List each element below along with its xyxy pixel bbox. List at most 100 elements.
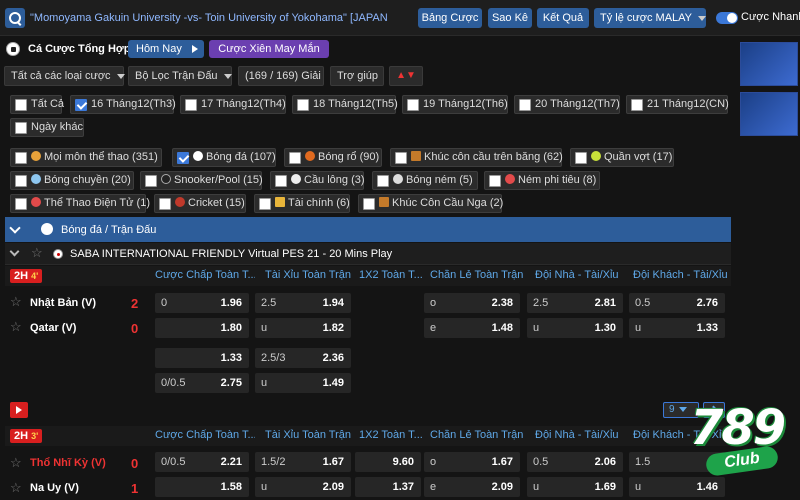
checkbox-icon xyxy=(275,175,287,187)
sport-chip-all[interactable]: Mọi môn thể thao (351) xyxy=(10,148,162,167)
date-chip-21[interactable]: 21 Tháng12(CN) xyxy=(626,95,729,114)
sort-arrows-icon[interactable]: ▲▼ xyxy=(389,66,423,86)
checkbox-icon xyxy=(363,198,375,210)
lucky-parlay-button[interactable]: Cược Xiên May Mắn xyxy=(209,40,329,58)
checkbox-icon xyxy=(489,175,501,187)
more-bets-count: 9 xyxy=(669,404,675,415)
chevron-down-icon xyxy=(678,406,687,412)
odds-price: 1.37 xyxy=(392,481,414,493)
results-button[interactable]: Kết Quả xyxy=(537,8,589,28)
odds-cell[interactable]: 2.5/3 2.36 xyxy=(255,348,351,368)
odds-cell[interactable]: 2.5 2.81 xyxy=(527,293,623,313)
odds-cell[interactable]: 1.58 xyxy=(155,477,249,497)
chevron-down-icon[interactable] xyxy=(9,222,21,234)
odds-cell[interactable]: o 2.38 xyxy=(424,293,520,313)
checkbox-checked-icon xyxy=(75,99,87,111)
handball-icon xyxy=(393,174,403,184)
odds-price: 9.60 xyxy=(392,456,414,468)
sport-chip-handball[interactable]: Bóng ném (5) xyxy=(372,171,478,190)
odds-cell[interactable]: u 2.09 xyxy=(255,477,351,497)
odds-cell[interactable]: u 1.33 xyxy=(629,318,725,338)
sport-chip-volleyball[interactable]: Bóng chuyền (20) xyxy=(10,171,134,190)
odds-cell[interactable]: 1.5/2 1.67 xyxy=(255,452,351,472)
star-icon[interactable]: ☆ xyxy=(10,319,22,335)
odds-cell[interactable]: 0 1.96 xyxy=(155,293,249,313)
statement-button[interactable]: Sao Kê xyxy=(488,8,532,28)
odds-line: u xyxy=(533,481,540,493)
odds-cell[interactable]: 0/0.5 2.21 xyxy=(155,452,249,472)
sport-chip-esports[interactable]: Thể Thao Điện Tử (1) xyxy=(10,194,150,213)
odds-cell[interactable]: 0.5 2.06 xyxy=(527,452,623,472)
odds-cell[interactable]: o 1.67 xyxy=(424,452,520,472)
promo-banner[interactable] xyxy=(740,92,798,136)
live-stream-icon[interactable] xyxy=(10,402,28,418)
league-header[interactable]: ☆ SABA INTERNATIONAL FRIENDLY Virtual PE… xyxy=(5,243,731,265)
sport-chip-snooker[interactable]: Snooker/Pool (15) xyxy=(140,171,263,190)
sport-chip-bandy[interactable]: Khúc Côn Cầu Nga (2) xyxy=(358,194,503,213)
sport-chip-ice-hockey[interactable]: Khúc côn cầu trên băng (62) xyxy=(390,148,563,167)
date-chip-other[interactable]: Ngày khác xyxy=(10,118,84,137)
date-chip-17[interactable]: 17 Tháng12(Th4) xyxy=(180,95,286,114)
odds-cell[interactable]: 0.5 2.76 xyxy=(629,293,725,313)
odds-cell[interactable]: 1.37 xyxy=(355,477,421,497)
date-chip-18[interactable]: 18 Tháng12(Th5) xyxy=(292,95,398,114)
odds-line: e xyxy=(430,481,437,493)
match-filter-select[interactable]: Bộ Lọc Trận Đấu xyxy=(128,66,232,86)
help-button[interactable]: Trợ giúp xyxy=(330,66,384,86)
odds-cell[interactable]: 2.5 1.94 xyxy=(255,293,351,313)
col-over-under: Tài Xỉu Toàn Trận xyxy=(265,269,352,281)
away-score: 1 xyxy=(131,481,139,496)
sport-chip-badminton[interactable]: Cầu lông (3) xyxy=(270,171,365,190)
star-icon[interactable]: ☆ xyxy=(10,294,22,310)
home-score: 0 xyxy=(131,456,139,471)
date-label: Tất Cả xyxy=(31,98,65,110)
basketball-icon xyxy=(305,151,315,161)
dartboard-icon xyxy=(505,174,515,184)
league-count-button[interactable]: (169 / 169) Giải xyxy=(238,66,324,86)
search-input[interactable]: "Momoyama Gakuin University -vs- Toin Un… xyxy=(30,8,390,28)
star-icon[interactable]: ☆ xyxy=(10,480,22,496)
odds-cell[interactable]: u 1.82 xyxy=(255,318,351,338)
date-chip-19[interactable]: 19 Tháng12(Th6) xyxy=(402,95,508,114)
sport-chip-tennis[interactable]: Quần vợt (17) xyxy=(570,148,674,167)
date-chip-all[interactable]: Tất Cả xyxy=(10,95,65,114)
chevron-down-icon xyxy=(116,73,125,79)
odds-cell[interactable]: e 1.48 xyxy=(424,318,520,338)
chevron-down-icon[interactable] xyxy=(9,246,20,257)
bet-list-button[interactable]: Bảng Cược xyxy=(418,8,482,28)
star-icon[interactable]: ☆ xyxy=(10,455,22,471)
date-label: 16 Tháng12(Th3) xyxy=(91,98,176,110)
promo-banner[interactable] xyxy=(740,42,798,86)
sport-chip-darts[interactable]: Ném phi tiêu (8) xyxy=(484,171,600,190)
odds-cell[interactable]: u 1.30 xyxy=(527,318,623,338)
sport-chip-soccer[interactable]: Bóng đá (107) xyxy=(172,148,276,167)
odds-price: 1.69 xyxy=(594,481,616,493)
section-header[interactable]: Bóng đá / Trận Đấu xyxy=(5,217,731,242)
date-chip-16[interactable]: 16 Tháng12(Th3) xyxy=(70,95,176,114)
match-header: 2H 4' Cược Chấp Toàn T... Tài Xỉu Toàn Tr… xyxy=(5,266,731,286)
odds-type-select[interactable]: Tỷ lệ cược MALAY xyxy=(594,8,707,28)
sport-chip-cricket[interactable]: Cricket (15) xyxy=(154,194,246,213)
odds-type-label: Tỷ lệ cược MALAY xyxy=(600,12,693,24)
sport-chip-finance[interactable]: Tài chính (6) xyxy=(254,194,350,213)
checkbox-icon xyxy=(575,152,587,164)
odds-price: 2.36 xyxy=(322,352,344,364)
bet-type-select[interactable]: Tất cả các loại cược xyxy=(4,66,125,86)
odds-cell[interactable]: u 1.49 xyxy=(255,373,351,393)
sport-chip-basketball[interactable]: Bóng rổ (90) xyxy=(284,148,382,167)
odds-cell[interactable]: 0/0.5 2.75 xyxy=(155,373,249,393)
odds-cell[interactable]: u 1.46 xyxy=(629,477,725,497)
quick-bet-toggle[interactable] xyxy=(716,12,738,24)
odds-cell[interactable]: 9.60 xyxy=(355,452,421,472)
checkbox-icon xyxy=(15,175,27,187)
odds-price: 1.96 xyxy=(220,297,242,309)
search-icon[interactable] xyxy=(5,8,25,28)
odds-cell[interactable]: u 1.69 xyxy=(527,477,623,497)
today-button[interactable]: Hôm Nay xyxy=(128,40,204,58)
odds-cell[interactable]: e 2.09 xyxy=(424,477,520,497)
odds-cell[interactable]: 1.80 xyxy=(155,318,249,338)
odds-cell[interactable]: 1.33 xyxy=(155,348,249,368)
date-chip-20[interactable]: 20 Tháng12(Th7) xyxy=(514,95,620,114)
shuttlecock-icon xyxy=(291,174,301,184)
star-icon[interactable]: ☆ xyxy=(31,246,43,259)
